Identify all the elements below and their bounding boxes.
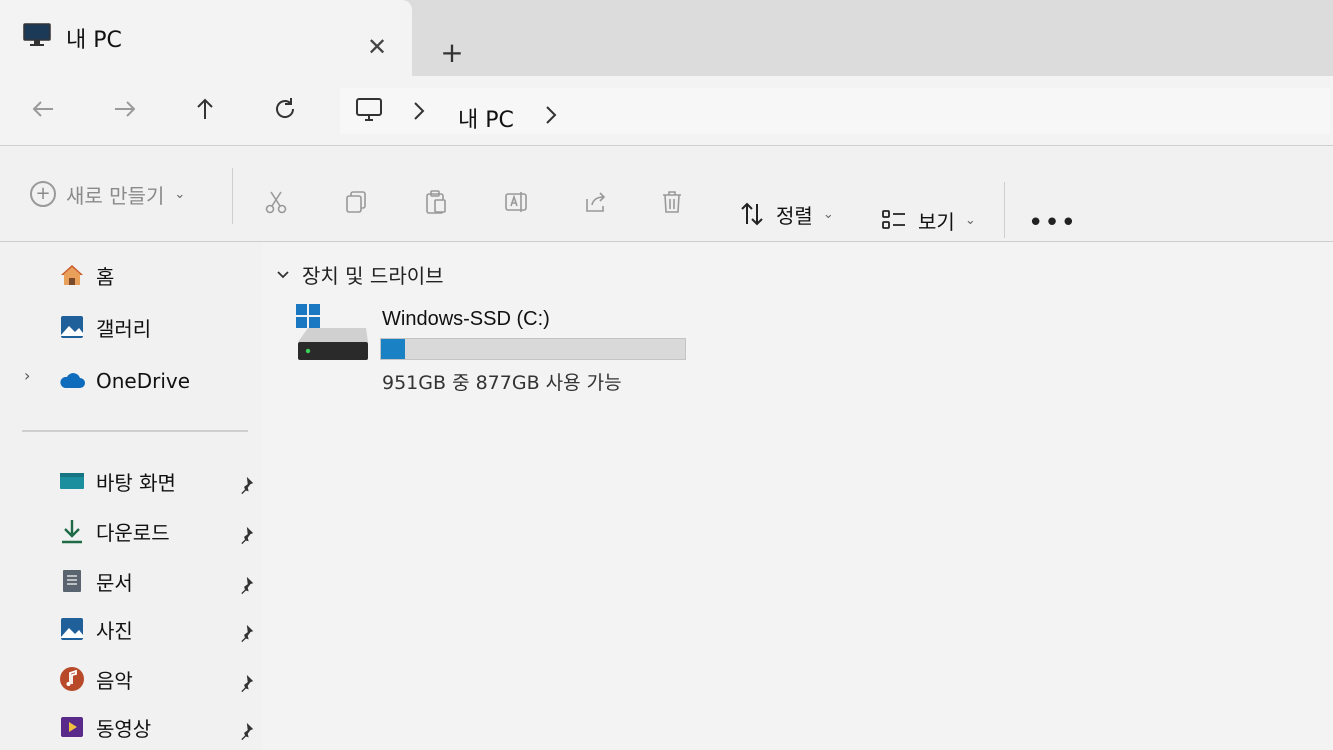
sidebar-item-videos[interactable]: 동영상 [58,710,151,744]
command-bar: + 새로 만들기 ⌄ 정렬 ⌄ 보기 ⌄ ••• [0,146,1333,242]
copy-icon [346,191,366,213]
pin-icon[interactable] [234,720,256,742]
chevron-right-icon[interactable] [544,104,558,126]
monitor-icon [23,23,51,46]
address-bar[interactable]: 내 PC [340,88,1330,134]
new-button-label: 새로 만들기 [66,183,165,208]
content-pane: 장치 및 드라이브 Windows-SSD (C:) 951GB 중 877GB… [262,242,1333,750]
sidebar-item-onedrive[interactable]: OneDrive [58,364,190,398]
sidebar-item-gallery[interactable]: 갤러리 [58,310,151,344]
sidebar-item-label: 문서 [96,570,133,595]
pin-icon[interactable] [234,622,256,644]
sidebar-item-downloads[interactable]: 다운로드 [58,514,170,548]
sidebar-item-music[interactable]: 음악 [58,662,133,696]
copy-button[interactable] [336,182,376,222]
sort-label: 정렬 [776,203,813,228]
sidebar-divider [22,430,248,432]
drive-space-info: 951GB 중 877GB 사용 가능 [382,372,622,394]
view-button[interactable]: 보기 ⌄ [880,202,976,238]
sidebar-item-desktop[interactable]: 바탕 화면 [58,464,176,498]
arrow-right-icon [115,101,136,117]
view-list-icon [882,210,905,229]
sidebar-item-label: OneDrive [96,369,191,393]
video-icon [58,713,86,741]
new-button[interactable]: + 새로 만들기 ⌄ [30,176,185,212]
pictures-icon [58,615,86,643]
cloud-icon [58,367,86,395]
refresh-icon [276,98,295,118]
drive-usage-bar [380,338,686,360]
pin-icon[interactable] [234,524,256,546]
sidebar-item-label: 바탕 화면 [96,470,176,495]
sidebar-item-home[interactable]: 홈 [58,258,114,292]
more-options-button[interactable]: ••• [1028,208,1077,238]
sidebar-item-label: 홈 [96,264,115,289]
sidebar-item-label: 다운로드 [96,520,170,545]
pin-icon[interactable] [234,574,256,596]
pin-icon[interactable] [234,474,256,496]
trash-icon [663,191,681,213]
plus-circle-icon: + [30,181,56,207]
document-icon [58,567,86,595]
breadcrumb-this-pc[interactable]: 내 PC [458,102,514,134]
sort-button[interactable]: 정렬 ⌄ [738,196,834,232]
navigation-pane: 홈 갤러리 › OneDrive 바탕 화면 다운로드 문서 사진 음악 동영상 [0,242,262,750]
drive-name: Windows-SSD (C:) [382,308,550,330]
gallery-icon [58,313,86,341]
sidebar-item-label: 갤러리 [96,316,152,341]
music-icon [58,665,86,693]
share-icon [586,192,606,212]
delete-button[interactable] [652,182,692,222]
new-tab-button[interactable]: + [432,32,472,72]
back-button[interactable] [20,86,66,132]
chevron-down-icon: ⌄ [174,186,186,202]
chevron-down-icon: ⌄ [822,206,834,222]
refresh-button[interactable] [262,86,308,132]
paste-button[interactable] [416,182,456,222]
group-title: 장치 및 드라이브 [302,264,444,288]
forward-button[interactable] [102,86,148,132]
tab-title: 내 PC [66,28,122,53]
home-icon [58,261,86,289]
navigation-row: 내 PC [0,76,1333,146]
rename-icon [505,192,527,212]
sidebar-item-label: 동영상 [96,716,152,741]
tab-bar: 내 PC ✕ + [0,0,1333,76]
divider [1004,182,1005,238]
sidebar-item-label: 음악 [96,668,133,693]
expand-chevron-icon[interactable]: › [24,366,30,385]
drive-usage-fill [381,339,405,359]
clipboard-icon [426,190,446,214]
rename-button[interactable] [496,182,536,222]
desktop-icon [58,467,86,495]
pin-icon[interactable] [234,672,256,694]
up-button[interactable] [182,86,228,132]
chevron-right-icon [414,102,425,120]
drive-item-c[interactable]: Windows-SSD (C:) 951GB 중 877GB 사용 가능 [292,298,712,398]
download-icon [58,517,86,545]
scissors-icon [265,191,287,214]
pc-icon [356,98,382,121]
arrow-up-icon [197,98,213,119]
tab-close-button[interactable]: ✕ [360,30,394,64]
chevron-down-icon: ⌄ [964,212,976,228]
divider [232,168,233,224]
sort-icon [741,202,763,226]
tab-this-pc[interactable]: 내 PC ✕ [0,0,412,76]
sidebar-item-pictures[interactable]: 사진 [58,612,133,646]
drive-icon [296,304,368,360]
chevron-down-icon [277,270,289,278]
cut-button[interactable] [256,182,296,222]
sidebar-item-label: 사진 [96,618,133,643]
arrow-left-icon [32,101,53,117]
share-button[interactable] [576,182,616,222]
view-label: 보기 [918,209,955,234]
group-header-devices[interactable]: 장치 및 드라이브 [276,260,444,289]
sidebar-item-documents[interactable]: 문서 [58,564,133,598]
